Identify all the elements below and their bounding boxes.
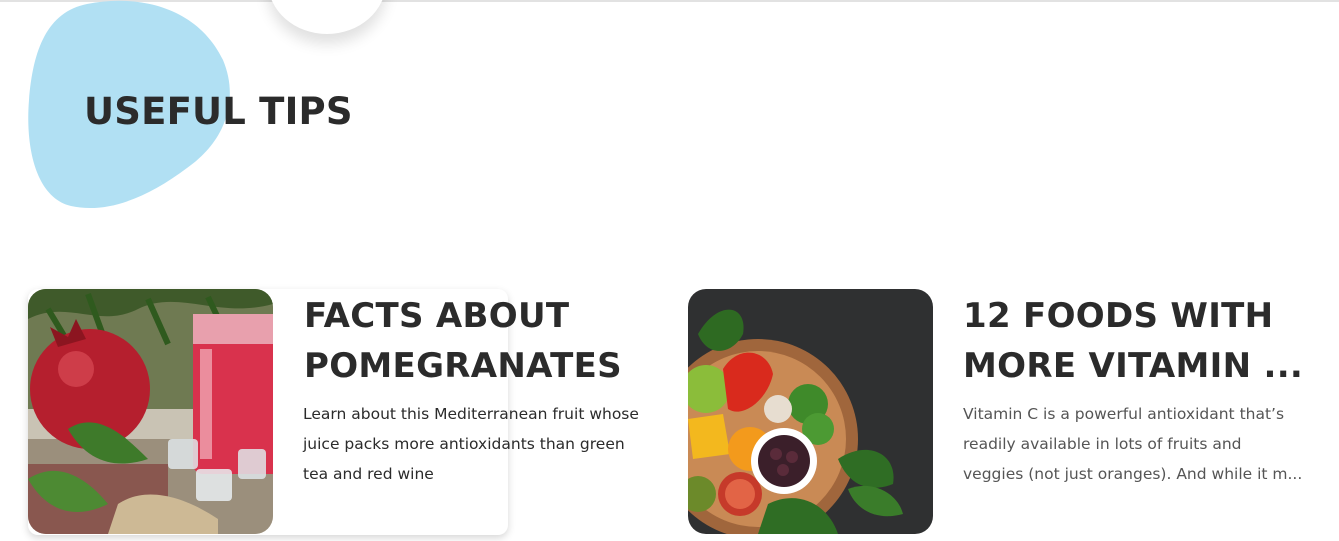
card-title-line2[interactable]: MORE VITAMIN ... — [963, 341, 1303, 391]
card-title-line2[interactable]: POMEGRANATES — [304, 341, 622, 391]
card-description-line3: tea and red wine — [303, 465, 434, 483]
section-title: USEFUL TIPS — [84, 90, 353, 133]
card-description-line2: juice packs more antioxidants than green — [303, 435, 625, 453]
pomegranate-thumbnail[interactable] — [28, 289, 273, 534]
card-description-line2: readily available in lots of fruits and — [963, 435, 1242, 453]
card-description-line1: Vitamin C is a powerful antioxidant that… — [963, 405, 1285, 423]
header-decoration — [268, 0, 386, 34]
vitamin-foods-thumbnail[interactable] — [688, 289, 933, 534]
card-description-line1: Learn about this Mediterranean fruit who… — [303, 405, 639, 423]
card-title-line1[interactable]: 12 FOODS WITH — [963, 291, 1273, 341]
card-title-line1[interactable]: FACTS ABOUT — [304, 291, 569, 341]
card-description-line3: veggies (not just oranges). And while it… — [963, 465, 1303, 483]
